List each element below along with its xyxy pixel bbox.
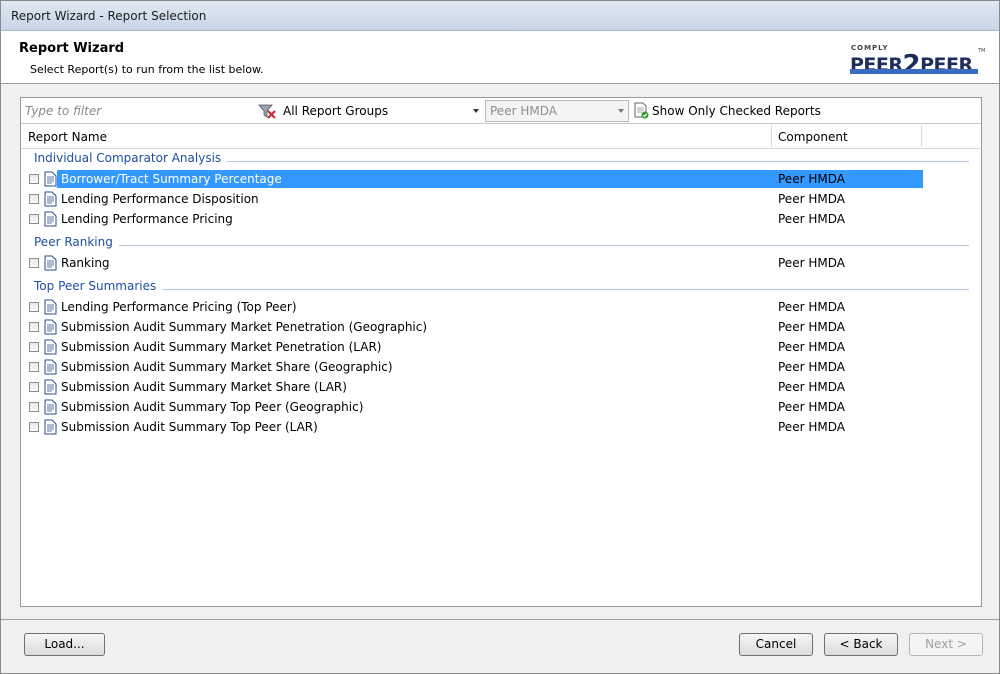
report-component: Peer HMDA xyxy=(778,256,845,270)
report-checkbox[interactable] xyxy=(29,174,39,184)
report-component: Peer HMDA xyxy=(778,320,845,334)
chevron-down-icon xyxy=(473,109,479,113)
back-button[interactable]: < Back xyxy=(824,633,898,656)
report-component: Peer HMDA xyxy=(778,212,845,226)
report-checkbox[interactable] xyxy=(29,382,39,392)
group-header-top-peer-summaries: Top Peer Summaries xyxy=(34,279,969,297)
report-name: Lending Performance Disposition xyxy=(61,192,259,206)
report-name: Submission Audit Summary Market Share (L… xyxy=(61,380,347,394)
report-name: Lending Performance Pricing xyxy=(61,212,233,226)
report-document-icon xyxy=(44,171,57,187)
clear-filter-icon[interactable] xyxy=(258,103,276,119)
report-checkbox[interactable] xyxy=(29,402,39,412)
group-header-peer-ranking: Peer Ranking xyxy=(34,235,969,253)
footer-divider xyxy=(1,619,999,620)
report-name: Submission Audit Summary Top Peer (Geogr… xyxy=(61,400,364,414)
report-checkbox[interactable] xyxy=(29,362,39,372)
filter-bar: Type to filter All Report Groups Peer HM… xyxy=(21,98,981,124)
page-title: Report Wizard xyxy=(19,41,125,56)
report-name: Submission Audit Summary Market Penetrat… xyxy=(61,320,428,334)
report-row[interactable]: Submission Audit Summary Market Penetrat… xyxy=(21,317,981,337)
report-document-icon xyxy=(44,211,57,227)
report-row[interactable]: Borrower/Tract Summary Percentage Peer H… xyxy=(21,169,981,189)
column-component[interactable]: Component xyxy=(778,130,848,144)
report-row[interactable]: Lending Performance Disposition Peer HMD… xyxy=(21,189,981,209)
component-dropdown[interactable]: Peer HMDA xyxy=(485,100,629,122)
report-document-icon xyxy=(44,191,57,207)
report-wizard-window: Report Wizard - Report Selection Report … xyxy=(0,0,1000,674)
report-component: Peer HMDA xyxy=(778,400,845,414)
report-row[interactable]: Lending Performance Pricing Peer HMDA xyxy=(21,209,981,229)
report-component: Peer HMDA xyxy=(778,300,845,314)
report-name: Submission Audit Summary Market Share (G… xyxy=(61,360,393,374)
report-checkbox[interactable] xyxy=(29,258,39,268)
report-document-icon xyxy=(44,419,57,435)
report-checkbox[interactable] xyxy=(29,194,39,204)
report-checkbox[interactable] xyxy=(29,214,39,224)
report-name: Submission Audit Summary Top Peer (LAR) xyxy=(61,420,318,434)
comply-peer2peer-logo: COMPLY PEER2PEER TM xyxy=(850,44,986,80)
report-document-icon xyxy=(44,255,57,271)
report-row[interactable]: Lending Performance Pricing (Top Peer) P… xyxy=(21,297,981,317)
report-component: Peer HMDA xyxy=(778,340,845,354)
checked-reports-icon xyxy=(634,102,649,119)
column-header: Report Name Component xyxy=(21,125,981,149)
report-document-icon xyxy=(44,359,57,375)
report-name: Ranking xyxy=(61,256,110,270)
column-report-name[interactable]: Report Name xyxy=(28,130,107,144)
report-row[interactable]: Ranking Peer HMDA xyxy=(21,253,981,273)
chevron-down-icon xyxy=(618,109,624,113)
report-document-icon xyxy=(44,339,57,355)
report-component: Peer HMDA xyxy=(778,420,845,434)
report-checkbox[interactable] xyxy=(29,342,39,352)
report-document-icon xyxy=(44,299,57,315)
report-list-panel: Type to filter All Report Groups Peer HM… xyxy=(20,97,982,607)
title-bar[interactable]: Report Wizard - Report Selection xyxy=(1,1,999,31)
filter-input[interactable]: Type to filter xyxy=(25,104,101,118)
report-checkbox[interactable] xyxy=(29,322,39,332)
cancel-button[interactable]: Cancel xyxy=(739,633,813,656)
next-button[interactable]: Next > xyxy=(909,633,983,656)
report-document-icon xyxy=(44,319,57,335)
report-checkbox[interactable] xyxy=(29,422,39,432)
report-row[interactable]: Submission Audit Summary Top Peer (LAR) … xyxy=(21,417,981,437)
report-row[interactable]: Submission Audit Summary Top Peer (Geogr… xyxy=(21,397,981,417)
report-name: Submission Audit Summary Market Penetrat… xyxy=(61,340,382,354)
report-document-icon xyxy=(44,399,57,415)
report-document-icon xyxy=(44,379,57,395)
report-component: Peer HMDA xyxy=(778,192,845,206)
window-title: Report Wizard - Report Selection xyxy=(11,9,207,23)
load-button[interactable]: Load... xyxy=(24,633,105,656)
page-subtitle: Select Report(s) to run from the list be… xyxy=(30,63,264,76)
report-name: Borrower/Tract Summary Percentage xyxy=(61,172,282,186)
report-group-dropdown[interactable]: All Report Groups xyxy=(283,104,483,120)
report-component: Peer HMDA xyxy=(778,172,845,186)
report-checkbox[interactable] xyxy=(29,302,39,312)
show-only-checked-label: Show Only Checked Reports xyxy=(652,104,821,118)
report-name: Lending Performance Pricing (Top Peer) xyxy=(61,300,297,314)
report-row[interactable]: Submission Audit Summary Market Share (L… xyxy=(21,377,981,397)
wizard-header: Report Wizard Select Report(s) to run fr… xyxy=(1,31,999,84)
report-row[interactable]: Submission Audit Summary Market Share (G… xyxy=(21,357,981,377)
report-component: Peer HMDA xyxy=(778,360,845,374)
report-row[interactable]: Submission Audit Summary Market Penetrat… xyxy=(21,337,981,357)
group-header-individual-comparator-analysis: Individual Comparator Analysis xyxy=(34,151,969,169)
report-component: Peer HMDA xyxy=(778,380,845,394)
